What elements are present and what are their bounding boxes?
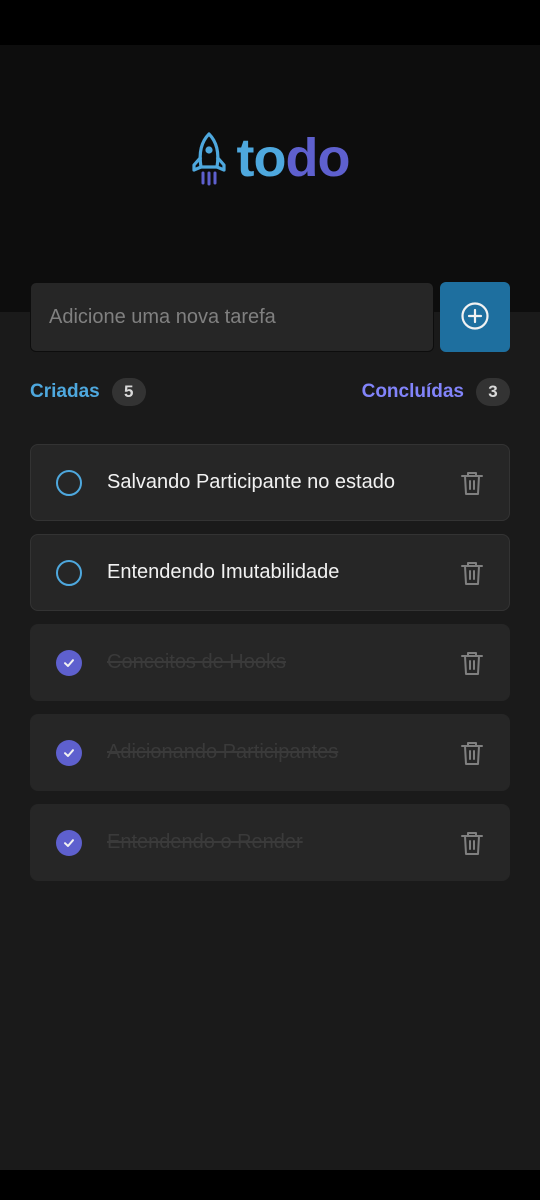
task-checkbox[interactable] <box>56 649 82 676</box>
task-item: Entendendo Imutabilidade <box>30 534 510 611</box>
navigation-bar <box>0 1170 540 1200</box>
task-checkbox[interactable] <box>56 559 82 586</box>
trash-icon[interactable] <box>459 470 485 496</box>
app-logo: to do <box>0 128 540 188</box>
task-checkbox[interactable] <box>56 739 82 766</box>
trash-icon[interactable] <box>459 830 485 856</box>
check-icon <box>64 838 74 847</box>
task-text: Salvando Participante no estado <box>107 471 395 493</box>
done-counter: Concluídas 3 <box>362 378 510 406</box>
check-icon <box>64 658 74 667</box>
app-title-part2: do <box>285 128 350 188</box>
plus-circle-icon <box>460 301 490 334</box>
created-label: Criadas <box>30 381 100 402</box>
task-checkbox[interactable] <box>56 829 82 856</box>
task-text: Adicionando Participantes <box>107 741 339 763</box>
task-text: Entendendo o Render <box>107 831 303 853</box>
add-task-button[interactable] <box>440 282 510 352</box>
app-title-part1: to <box>236 128 287 188</box>
task-list: Salvando Participante no estado Entenden… <box>30 444 510 894</box>
rocket-icon <box>191 130 227 186</box>
new-task-input[interactable] <box>30 282 434 352</box>
check-icon <box>64 748 74 757</box>
task-counters: Criadas 5 Concluídas 3 <box>30 377 510 407</box>
trash-icon[interactable] <box>459 740 485 766</box>
done-label: Concluídas <box>361 381 464 402</box>
task-text: Conceitos de Hooks <box>107 651 286 673</box>
trash-icon[interactable] <box>459 650 485 676</box>
trash-icon[interactable] <box>459 560 485 586</box>
task-item: Conceitos de Hooks <box>30 624 510 701</box>
created-count-badge: 5 <box>111 378 146 406</box>
task-item: Adicionando Participantes <box>30 714 510 791</box>
task-item: Entendendo o Render <box>30 804 510 881</box>
created-counter: Criadas 5 <box>30 378 146 406</box>
status-bar <box>0 0 540 45</box>
done-count-badge: 3 <box>476 378 510 406</box>
task-item: Salvando Participante no estado <box>30 444 510 521</box>
app-title: to do <box>236 128 351 188</box>
task-checkbox[interactable] <box>56 469 82 496</box>
task-text: Entendendo Imutabilidade <box>107 561 340 583</box>
